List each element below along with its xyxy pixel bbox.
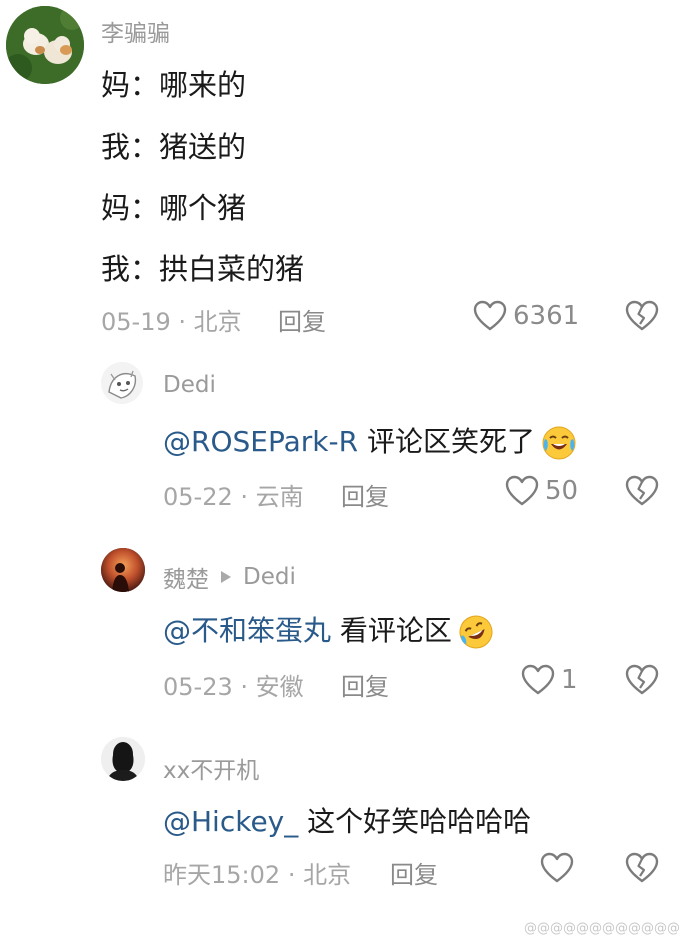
heart-outline-icon [540,852,574,883]
comment-date: 05-22 [163,483,233,511]
reply-2-reply-to[interactable]: Dedi [243,564,296,590]
like-count: 1 [561,665,578,695]
reply-3-dislike-button[interactable] [625,852,659,888]
main-comment-username[interactable]: 李骗骗 [101,14,170,48]
like-count: 6361 [513,301,580,331]
comment-location: 北京 [193,308,242,336]
reply-1-reply-button[interactable]: 回复 [341,477,389,512]
reply-3-like-button[interactable] [540,852,580,884]
heart-outline-icon [473,300,507,331]
main-comment-meta: 05-19 · 北京 [101,302,242,337]
reply-1-username[interactable]: Dedi [163,372,216,398]
main-comment-dislike-button[interactable] [625,300,659,336]
crying-laughing-emoji-icon [542,426,576,460]
broken-heart-icon [625,852,659,883]
main-comment-line-4: 我：拱白菜的猪 [101,252,305,286]
reply-2-header: 魏楚 Dedi [163,560,296,594]
reply-1-content: @ROSEPark-R 评论区笑死了 [163,420,578,462]
comment-location: 云南 [255,483,304,511]
broken-heart-icon [625,475,659,506]
meta-separator: · [287,861,296,889]
main-comment-line-3: 妈：哪个猪 [101,191,247,225]
reply-3-mention[interactable]: @Hickey_ [163,805,298,838]
triangle-right-icon [221,571,231,583]
comment-location: 北京 [303,861,352,889]
meta-separator: · [240,483,249,511]
reply-1-like-button[interactable]: 50 [505,475,578,507]
sunset-silhouette-image [101,548,145,592]
comment-location: 安徽 [255,673,304,701]
reply-1-avatar[interactable] [101,362,143,404]
meta-separator: · [240,673,249,701]
reply-3-text: 这个好笑哈哈哈哈 [307,805,532,838]
main-comment-line-2: 我：猪送的 [101,130,247,164]
main-comment-like-button[interactable]: 6361 [473,300,579,332]
girl-silhouette-image [101,737,145,781]
cats-on-grass-image [6,6,84,84]
reply-2-meta: 05-23 · 安徽 [163,667,304,702]
reply-2-like-button[interactable]: 1 [521,664,578,696]
reply-2-text: 看评论区 [339,614,452,647]
reply-2-reply-button[interactable]: 回复 [341,667,389,702]
reply-2-avatar[interactable] [101,548,145,592]
watermark: @@@@@@@@@@@@ [524,921,680,936]
reply-3-reply-button[interactable]: 回复 [390,855,438,890]
reply-2-content: @不和笨蛋丸 看评论区 [163,609,495,651]
reply-2-mention[interactable]: @不和笨蛋丸 [163,614,331,647]
reply-1-meta: 05-22 · 云南 [163,477,304,512]
broken-heart-icon [625,664,659,695]
broken-heart-icon [625,300,659,331]
reply-3-content: @Hickey_ 这个好笑哈哈哈哈 [163,800,531,840]
like-count: 50 [545,476,579,506]
comment-date: 05-19 [101,308,171,336]
main-comment-avatar[interactable] [6,6,84,84]
main-comment-reply-button[interactable]: 回复 [278,302,326,337]
reply-1-mention[interactable]: @ROSEPark-R [163,425,358,458]
meta-separator: · [178,308,187,336]
reply-3-meta: 昨天15:02 · 北京 [163,855,351,890]
main-comment-line-1: 妈：哪来的 [101,68,247,102]
heart-outline-icon [521,664,555,695]
reply-1-dislike-button[interactable] [625,475,659,511]
comment-date: 昨天15:02 [163,861,281,889]
reply-1-text: 评论区笑死了 [366,425,535,458]
reply-3-username[interactable]: xx不开机 [163,751,259,785]
reply-2-username[interactable]: 魏楚 [163,560,209,594]
rolling-laughing-emoji-icon [459,615,493,649]
reply-3-avatar[interactable] [101,737,145,781]
heart-outline-icon [505,475,539,506]
reply-2-dislike-button[interactable] [625,664,659,700]
comment-date: 05-23 [163,673,233,701]
cartoon-avatar-image [101,362,143,404]
